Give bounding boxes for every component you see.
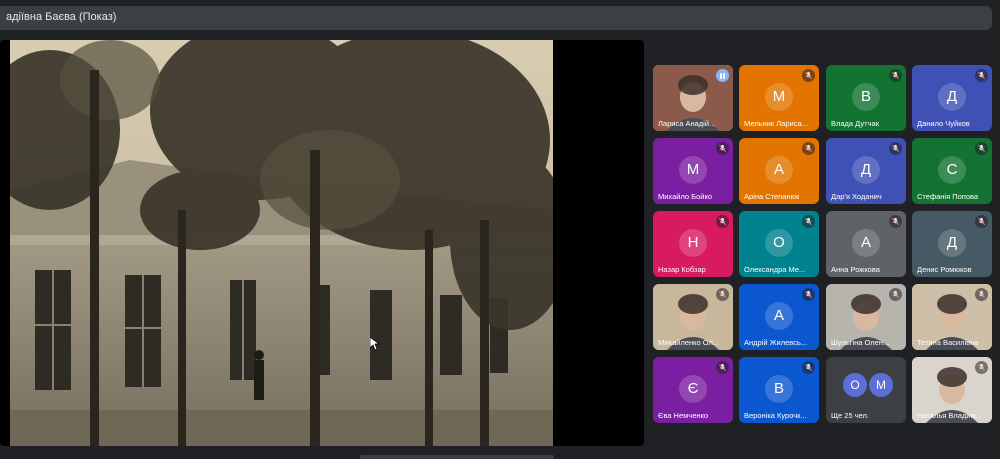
avatar: А	[765, 302, 793, 330]
participant-tile[interactable]: Д Дар'я Ходанич	[826, 138, 906, 204]
mic-off-icon	[975, 215, 988, 228]
participant-name: Данило Чуйков	[917, 119, 970, 128]
participant-name: Назар Кобзар	[658, 265, 706, 274]
participant-tile[interactable]: А Анна Рожкова	[826, 211, 906, 277]
avatar: М	[765, 83, 793, 111]
participant-name: Лариса Анадій...	[658, 119, 716, 128]
avatar: Є	[679, 375, 707, 403]
participant-name: Михайленко Ол...	[658, 338, 720, 347]
speaking-indicator-icon	[716, 69, 729, 82]
participant-name: Аріна Степанюк	[744, 192, 800, 201]
mic-off-icon	[716, 361, 729, 374]
mic-off-icon	[802, 142, 815, 155]
presentation-stage	[0, 40, 644, 446]
participant-tile[interactable]: Михайленко Ол...	[653, 284, 733, 350]
avatar: С	[938, 156, 966, 184]
avatar: М	[679, 156, 707, 184]
participant-tile[interactable]: Шульгіна Олен...	[826, 284, 906, 350]
avatar: А	[765, 156, 793, 184]
avatar: В	[765, 375, 793, 403]
participant-name: Стефанія Попова	[917, 192, 979, 201]
mic-off-icon	[975, 69, 988, 82]
participant-tile[interactable]: Наталья Владим...	[912, 357, 992, 423]
avatar: А	[852, 229, 880, 257]
mic-off-icon	[975, 361, 988, 374]
participant-tile[interactable]: М Мельник Лариса...	[739, 65, 819, 131]
mic-off-icon	[975, 288, 988, 301]
participant-tile[interactable]: В Влада Дутчак	[826, 65, 906, 131]
avatar: О	[765, 229, 793, 257]
participant-tile[interactable]: Д Денис Ромюков	[912, 211, 992, 277]
participant-name: Андрій Жилевсь...	[744, 338, 808, 347]
shared-screen-photo	[10, 40, 553, 446]
participant-tile[interactable]: Є Єва Немченко	[653, 357, 733, 423]
avatar: Н	[679, 229, 707, 257]
avatar: В	[852, 83, 880, 111]
participant-tile[interactable]: О Олександра Ме...	[739, 211, 819, 277]
participant-tile[interactable]: А Андрій Жилевсь...	[739, 284, 819, 350]
participant-tile[interactable]: Лариса Анадій...	[653, 65, 733, 131]
avatar: М	[869, 373, 893, 397]
participant-name: Ще 25 чел.	[831, 411, 870, 420]
participant-name: Мельник Лариса...	[744, 119, 808, 128]
participant-name: Денис Ромюков	[917, 265, 972, 274]
mic-off-icon	[889, 215, 902, 228]
participant-tile[interactable]: С Стефанія Попова	[912, 138, 992, 204]
presenter-title: адіївна Баєва (Показ)	[6, 11, 117, 23]
participant-tile[interactable]: Тетяна Василівна	[912, 284, 992, 350]
participant-tile[interactable]: А Аріна Степанюк	[739, 138, 819, 204]
participant-name: Дар'я Ходанич	[831, 192, 882, 201]
mic-off-icon	[802, 69, 815, 82]
participant-tile[interactable]: Д Данило Чуйков	[912, 65, 992, 131]
mouse-cursor-icon	[370, 337, 380, 351]
participant-name: Влада Дутчак	[831, 119, 879, 128]
participant-name: Шульгіна Олен...	[831, 338, 890, 347]
mic-off-icon	[889, 69, 902, 82]
participant-tile[interactable]: В Вероніка Курочк...	[739, 357, 819, 423]
mic-off-icon	[716, 215, 729, 228]
participant-name: Тетяна Василівна	[917, 338, 979, 347]
avatar: О	[843, 373, 867, 397]
mic-off-icon	[716, 288, 729, 301]
mic-off-icon	[802, 215, 815, 228]
participant-name: Єва Немченко	[658, 411, 709, 420]
mic-off-icon	[889, 288, 902, 301]
avatar: Д	[938, 83, 966, 111]
participant-name: Олександра Ме...	[744, 265, 806, 274]
participant-tile[interactable]: Н Назар Кобзар	[653, 211, 733, 277]
bottom-toolbar-edge	[360, 455, 554, 459]
mic-off-icon	[802, 288, 815, 301]
participant-tile[interactable]: М Михайло Бойко	[653, 138, 733, 204]
participant-name: Анна Рожкова	[831, 265, 880, 274]
avatar: Д	[852, 156, 880, 184]
mic-off-icon	[716, 142, 729, 155]
presentation-title-bar: адіївна Баєва (Показ)	[0, 6, 992, 30]
mic-off-icon	[975, 142, 988, 155]
mic-off-icon	[802, 361, 815, 374]
participant-name: Вероніка Курочк...	[744, 411, 807, 420]
participant-name: Михайло Бойко	[658, 192, 712, 201]
avatar: Д	[938, 229, 966, 257]
more-participants-tile[interactable]: О М Ще 25 чел.	[826, 357, 906, 423]
participant-name: Наталья Владим...	[917, 411, 982, 420]
mic-off-icon	[889, 142, 902, 155]
